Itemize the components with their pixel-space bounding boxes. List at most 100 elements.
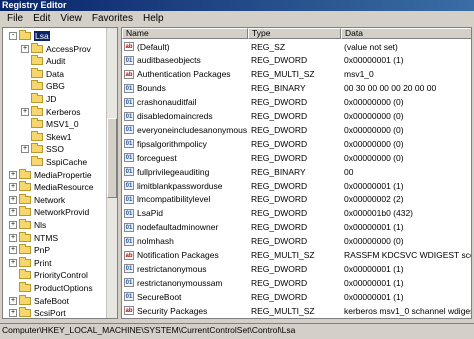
value-data: 0x00000001 (1) — [344, 277, 404, 288]
expand-icon[interactable]: + — [9, 258, 17, 267]
value-row[interactable]: 01 crashonauditfail REG_DWORD 0x00000000 (0… — [122, 97, 471, 108]
folder-icon — [19, 193, 31, 204]
value-row[interactable]: 01 Bounds REG_BINARY 00 30 00 00 00 20 00 0… — [122, 83, 471, 94]
tree-item[interactable]: + MediaPropertie — [9, 168, 92, 180]
menu-help[interactable]: Help — [138, 12, 169, 26]
value-row[interactable]: 01 limitblankpassworduse REG_DWORD 0x000000… — [122, 180, 471, 191]
tree-item[interactable]: + Network — [9, 193, 65, 205]
value-row[interactable]: 01 lmcompatibilitylevel REG_DWORD 0x0000000… — [122, 194, 471, 205]
tree-item[interactable]: + Nls — [9, 219, 47, 230]
binary-value-icon: 01 — [124, 167, 134, 177]
folder-icon — [19, 244, 31, 255]
expand-icon[interactable]: + — [9, 208, 17, 217]
value-row[interactable]: 01 fullprivilegeauditing REG_BINARY 00 — [122, 166, 471, 177]
value-row[interactable]: ab (Default) REG_SZ (value not set) — [122, 41, 471, 52]
expand-icon[interactable]: + — [9, 296, 17, 305]
expand-icon[interactable]: + — [21, 107, 29, 116]
tree-item[interactable]: + PnP — [9, 244, 50, 255]
tree-item-label: GBG — [46, 81, 65, 92]
value-name-cell: 01 limitblankpassworduse — [122, 181, 248, 191]
binary-value-icon: 01 — [124, 278, 134, 288]
tree-item[interactable]: Data — [21, 67, 64, 79]
registry-values-list[interactable]: Name Type Data ab (Default) REG_SZ (value n… — [121, 27, 472, 319]
expand-icon[interactable]: + — [9, 233, 17, 242]
tree-item[interactable]: MSV1_0 — [21, 118, 79, 129]
value-name-cell: ab (Default) — [122, 42, 248, 52]
tree-item[interactable]: + SafeBoot — [9, 294, 69, 306]
value-row[interactable]: 01 nodefaultadminowner REG_DWORD 0x00000001… — [122, 222, 471, 233]
value-type: REG_MULTI_SZ — [251, 305, 315, 316]
value-type: REG_DWORD — [251, 152, 308, 163]
value-row[interactable]: 01 everyoneincludesanonymous REG_DWORD 0x00… — [122, 124, 471, 135]
menu-file[interactable]: File — [2, 12, 28, 26]
tree-scrollbar[interactable] — [106, 28, 117, 318]
string-value-icon: ab — [124, 42, 134, 51]
expand-icon[interactable]: + — [9, 221, 17, 229]
tree-item-label: Nls — [34, 220, 47, 230]
folder-icon — [31, 80, 43, 91]
tree-item[interactable]: + NTMS — [9, 231, 58, 243]
registry-key-tree[interactable]: - Lsa + AccessProv Audit Data GBG JD + Kerberos MS… — [2, 27, 118, 319]
tree-item[interactable]: Skew1 — [21, 130, 72, 142]
value-name: restrictanonymous — [137, 263, 207, 274]
column-header-name[interactable]: Name — [122, 28, 248, 39]
tree-item[interactable]: + Print — [9, 256, 52, 268]
collapse-icon[interactable]: - — [9, 32, 17, 40]
value-name-cell: 01 fipsalgorithmpolicy — [122, 139, 248, 149]
column-header-data[interactable]: Data — [341, 28, 471, 39]
tree-item[interactable]: + Kerberos — [21, 105, 81, 117]
binary-value-icon: 01 — [124, 236, 134, 246]
value-row[interactable]: ab Security Packages REG_MULTI_SZ kerberos … — [122, 305, 471, 316]
menu-edit[interactable]: Edit — [28, 12, 55, 26]
expand-icon[interactable]: + — [9, 195, 17, 204]
tree-item[interactable]: SspiCache — [21, 156, 87, 167]
value-row[interactable]: 01 restrictanonymoussam REG_DWORD 0x0000000… — [122, 277, 471, 288]
column-header-type[interactable]: Type — [248, 28, 341, 39]
value-row[interactable]: 01 SecureBoot REG_DWORD 0x00000001 (1) — [122, 291, 471, 302]
expand-icon[interactable]: + — [9, 246, 17, 255]
tree-item[interactable]: PriorityControl — [9, 269, 88, 280]
binary-value-icon: 01 — [124, 55, 134, 65]
value-row[interactable]: ab Authentication Packages REG_MULTI_SZ msv… — [122, 69, 471, 80]
binary-value-icon: 01 — [124, 125, 134, 135]
value-row[interactable]: 01 forceguest REG_DWORD 0x00000000 (0) — [122, 152, 471, 163]
tree-item[interactable]: JD — [21, 93, 56, 104]
value-row[interactable]: ab Notification Packages REG_MULTI_SZ RASSF… — [122, 250, 472, 261]
value-row[interactable]: 01 LsaPid REG_DWORD 0x000001b0 (432) — [122, 208, 471, 219]
tree-item[interactable]: + NetworkProvid — [9, 206, 89, 217]
value-type: REG_DWORD — [251, 97, 308, 108]
tree-item[interactable]: - Lsa — [9, 30, 50, 41]
tree-item[interactable]: + SSO — [21, 143, 64, 154]
expand-icon[interactable]: + — [21, 145, 29, 154]
string-value-icon: ab — [124, 69, 134, 79]
binary-value-icon: 01 — [124, 292, 134, 302]
tree-scrollbar-thumb[interactable] — [107, 118, 117, 198]
tree-item-label: Print — [34, 257, 52, 268]
expand-icon[interactable]: + — [21, 44, 29, 53]
tree-item[interactable]: ProductOptions — [9, 282, 93, 293]
tree-item[interactable]: + AccessProv — [21, 42, 91, 54]
folder-icon — [31, 143, 43, 154]
value-data: 00 30 00 00 00 20 00 00 — [344, 83, 437, 94]
folder-icon — [31, 67, 43, 78]
expand-icon[interactable]: + — [9, 183, 17, 192]
value-row[interactable]: 01 restrictanonymous REG_DWORD 0x00000001 (… — [122, 263, 471, 274]
value-row[interactable]: 01 nolmhash REG_DWORD 0x00000000 (0) — [122, 236, 471, 247]
value-data: 0x00000000 (0) — [344, 236, 404, 247]
menu-favorites[interactable]: Favorites — [87, 12, 138, 26]
value-name-cell: ab Security Packages — [122, 306, 248, 316]
value-row[interactable]: 01 disabledomaincreds REG_DWORD 0x00000000 … — [122, 111, 471, 122]
value-row[interactable]: 01 fipsalgorithmpolicy REG_DWORD 0x00000000… — [122, 138, 471, 149]
expand-icon[interactable]: + — [9, 170, 17, 179]
tree-item[interactable]: + ScsiPort — [9, 307, 66, 318]
tree-item[interactable]: Audit — [21, 55, 65, 66]
tree-item[interactable]: + MediaResource — [9, 181, 94, 192]
expand-icon[interactable]: + — [9, 309, 17, 318]
value-name: fipsalgorithmpolicy — [137, 138, 207, 149]
value-data: 0x00000001 (1) — [344, 222, 404, 233]
value-data: RASSFM KDCSVC WDIGEST scecli — [344, 250, 472, 260]
value-row[interactable]: 01 auditbaseobjects REG_DWORD 0x00000001 (1… — [122, 55, 471, 66]
tree-item[interactable]: GBG — [21, 80, 65, 92]
value-type: REG_DWORD — [251, 124, 308, 135]
menu-view[interactable]: View — [55, 12, 87, 26]
